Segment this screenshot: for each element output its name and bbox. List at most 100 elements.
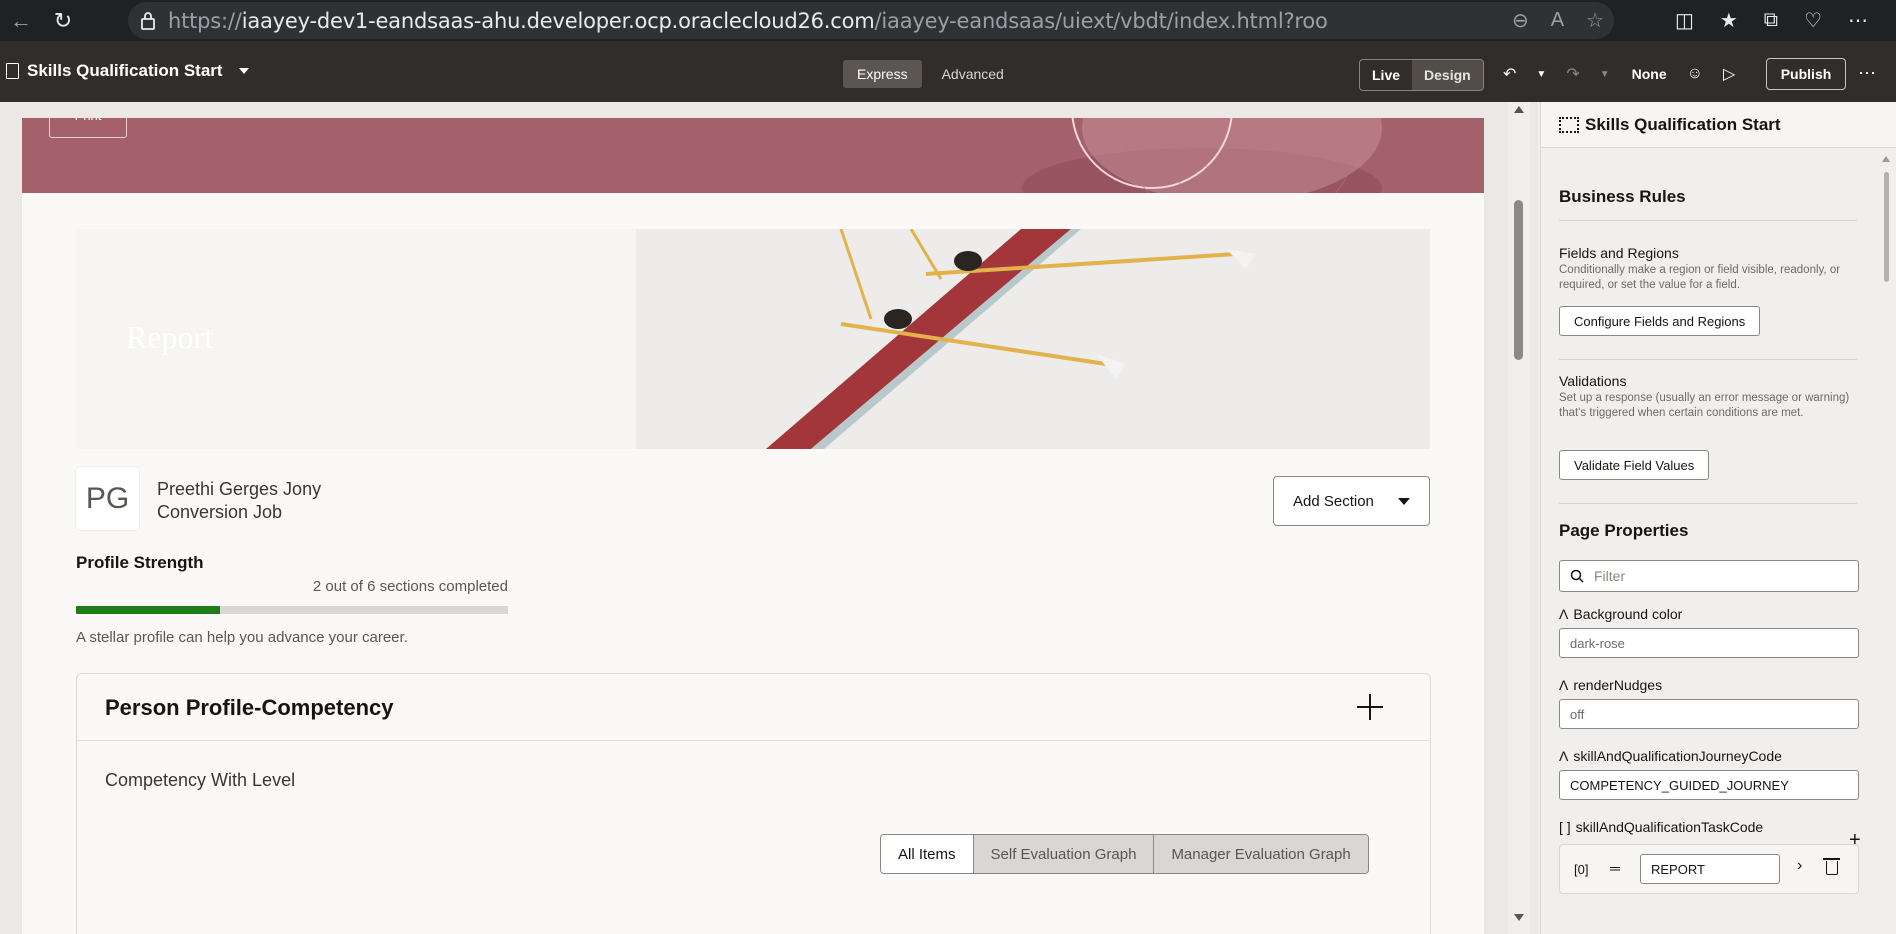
page-properties-title: Page Properties <box>1559 521 1689 540</box>
design-canvas: Print Report PG Preethi Gerges Jony Conv… <box>0 102 1538 934</box>
divider <box>1559 220 1857 221</box>
validations-title: Validations <box>1559 373 1627 389</box>
filter-placeholder: Filter <box>1594 568 1626 584</box>
plus-icon[interactable] <box>1357 694 1383 720</box>
favorite-star-icon[interactable]: ☆ <box>1586 8 1604 33</box>
collections-icon[interactable]: ⧉ <box>1764 9 1778 32</box>
prop-label-text: Background color <box>1573 606 1683 622</box>
mode-switch: Express Advanced <box>843 60 1018 88</box>
panel-title: Skills Qualification Start <box>1585 114 1781 134</box>
favorites-icon[interactable]: ★ <box>1720 8 1738 33</box>
configure-fields-button[interactable]: Configure Fields and Regions <box>1559 306 1761 336</box>
filter-input[interactable]: Filter <box>1559 560 1859 592</box>
item-index: [0] <box>1574 862 1589 877</box>
design-button[interactable]: Design <box>1412 60 1483 90</box>
express-mode-button[interactable]: Express <box>843 60 922 88</box>
prop-label-task-code: [ ] skillAndQualificationTaskCode <box>1559 819 1763 835</box>
scroll-up-icon[interactable] <box>1882 156 1890 162</box>
segment-all-items[interactable]: All Items <box>881 835 973 873</box>
browser-toolbar: ← ↻ https://iaayey-dev1-eandsaas-ahu.dev… <box>0 0 1896 41</box>
drag-handle-icon[interactable]: ═ <box>1610 860 1620 876</box>
read-aloud-icon[interactable]: A <box>1551 9 1564 32</box>
advanced-mode-button[interactable]: Advanced <box>928 60 1018 88</box>
array-type-icon: [ ] <box>1559 819 1571 835</box>
prop-label-render-nudges: Λ renderNudges <box>1559 677 1662 693</box>
prop-label-journey-code: Λ skillAndQualificationJourneyCode <box>1559 748 1782 764</box>
print-button[interactable]: Print <box>49 118 127 138</box>
live-design-toggle: Live Design <box>1359 59 1484 91</box>
prop-label-background-color: Λ Background color <box>1559 606 1682 622</box>
chevron-right-icon[interactable]: › <box>1797 857 1802 875</box>
region-icon <box>1559 116 1579 133</box>
background-color-input[interactable]: dark-rose <box>1559 628 1859 658</box>
avatar: PG <box>76 467 139 530</box>
person-job: Conversion Job <box>157 502 283 522</box>
profile-strength-title: Profile Strength <box>76 553 204 572</box>
chevron-down-icon <box>1398 498 1410 505</box>
prop-label-text: skillAndQualificationTaskCode <box>1575 819 1764 835</box>
task-code-input[interactable]: REPORT <box>1640 854 1780 884</box>
settings-more-icon[interactable]: ⋯ <box>1848 8 1868 33</box>
segment-manager-evaluation[interactable]: Manager Evaluation Graph <box>1153 835 1368 873</box>
url-text[interactable]: https://iaayey-dev1-eandsaas-ahu.develop… <box>168 9 1328 33</box>
text-type-icon: Λ <box>1559 677 1569 693</box>
profile-strength-progress <box>76 606 508 614</box>
preview-play-icon[interactable]: ▷ <box>1723 64 1735 84</box>
progress-fill <box>76 606 220 614</box>
divider <box>1559 503 1857 504</box>
undo-menu-icon[interactable]: ▼ <box>1536 69 1546 80</box>
publish-button[interactable]: Publish <box>1766 58 1846 90</box>
audit-status[interactable]: None <box>1632 66 1667 82</box>
rowing-boat-image <box>636 229 1430 449</box>
back-icon[interactable]: ← <box>0 0 42 41</box>
split-screen-icon[interactable]: ◫ <box>1675 8 1694 33</box>
card-subtitle: Competency With Level <box>105 770 296 790</box>
view-segmented-control: All Items Self Evaluation Graph Manager … <box>880 834 1369 874</box>
page-title: Skills Qualification Start <box>27 61 223 80</box>
scrollbar-thumb[interactable] <box>1514 200 1523 360</box>
business-rules-title: Business Rules <box>1559 187 1686 206</box>
canvas-scrollbar[interactable] <box>1508 102 1530 934</box>
redo-menu-icon[interactable]: ▼ <box>1600 69 1610 80</box>
more-icon[interactable]: ⋯ <box>1858 63 1877 84</box>
feedback-smiley-icon[interactable]: ☺ <box>1687 65 1703 83</box>
page-icon <box>6 63 19 79</box>
banner-decoration <box>1022 118 1382 193</box>
validate-field-values-button[interactable]: Validate Field Values <box>1559 450 1710 480</box>
task-code-item: [0] ═ REPORT › <box>1559 844 1859 894</box>
competency-card: Person Profile-Competency Competency Wit… <box>76 673 1431 934</box>
add-section-button[interactable]: Add Section <box>1273 476 1430 526</box>
card-title: Person Profile-Competency <box>105 695 394 720</box>
hero-banner: Report <box>76 229 1430 449</box>
reload-icon[interactable]: ↻ <box>42 0 84 41</box>
panel-scrollbar[interactable] <box>1877 148 1896 934</box>
text-type-icon: Λ <box>1559 606 1569 622</box>
zoom-out-icon[interactable]: ⊖ <box>1512 8 1529 33</box>
scroll-up-icon[interactable] <box>1514 106 1524 113</box>
url-scheme: https:// <box>168 8 242 33</box>
render-nudges-input[interactable]: off <box>1559 699 1859 729</box>
fields-regions-desc: Conditionally make a region or field vis… <box>1559 264 1841 291</box>
search-icon <box>1570 569 1584 583</box>
live-button[interactable]: Live <box>1360 60 1412 90</box>
redo-icon[interactable]: ↷ <box>1566 64 1579 84</box>
person-name: Preethi Gerges Jony <box>157 479 322 499</box>
page-selector[interactable]: Skills Qualification Start <box>6 61 249 81</box>
scroll-down-icon[interactable] <box>1514 914 1524 921</box>
prop-label-text: renderNudges <box>1573 677 1663 693</box>
panel-header: Skills Qualification Start <box>1541 102 1896 148</box>
segment-self-evaluation[interactable]: Self Evaluation Graph <box>972 835 1154 873</box>
header-banner: Print <box>22 118 1484 193</box>
delete-icon[interactable] <box>1823 858 1840 875</box>
add-section-label: Add Section <box>1293 492 1374 510</box>
card-header: Person Profile-Competency <box>77 674 1430 741</box>
journey-code-input[interactable]: COMPETENCY_GUIDED_JOURNEY <box>1559 770 1859 800</box>
prop-label-text: skillAndQualificationJourneyCode <box>1573 748 1782 764</box>
fields-regions-title: Fields and Regions <box>1559 245 1679 261</box>
lock-icon[interactable] <box>128 11 168 31</box>
browser-essentials-icon[interactable]: ♡ <box>1804 8 1822 33</box>
scrollbar-thumb[interactable] <box>1884 172 1889 282</box>
undo-icon[interactable]: ↶ <box>1503 64 1516 84</box>
address-bar[interactable]: https://iaayey-dev1-eandsaas-ahu.develop… <box>128 2 1614 39</box>
chevron-down-icon[interactable] <box>238 68 249 74</box>
